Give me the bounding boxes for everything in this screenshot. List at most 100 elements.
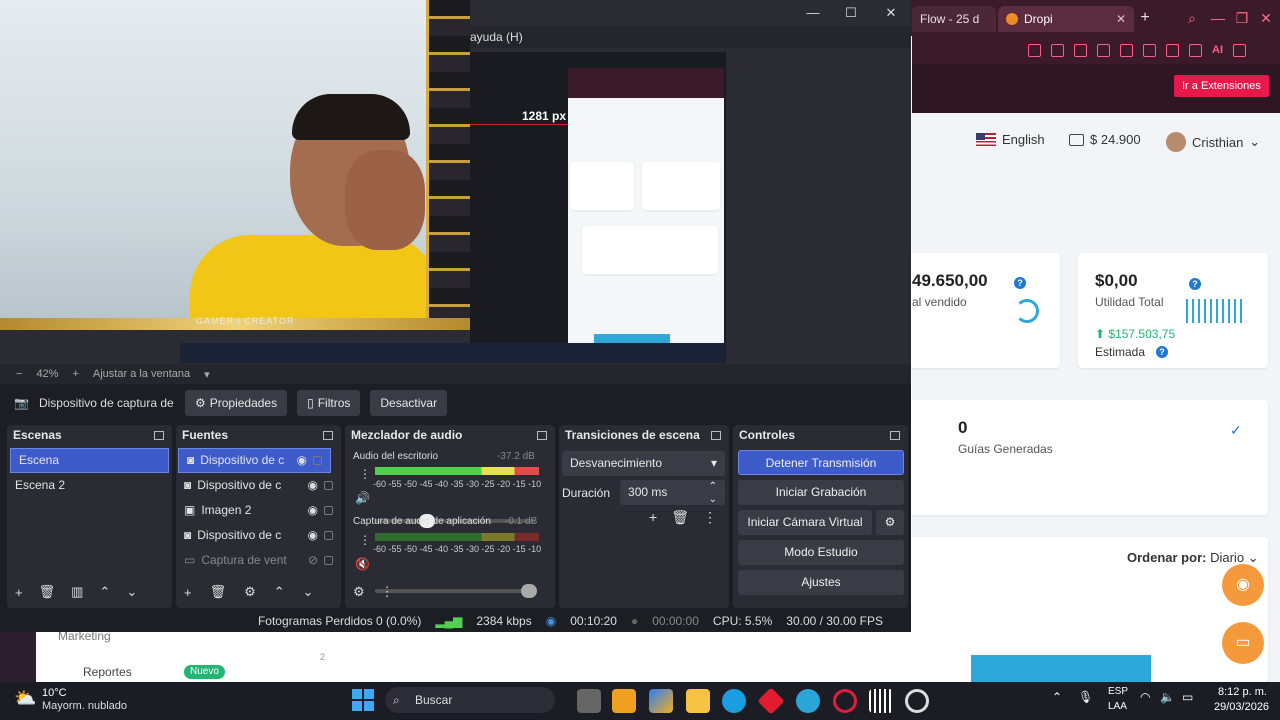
microphone-icon[interactable]: 🎙 [1078, 690, 1093, 704]
speaker-icon[interactable]: 🔊 [355, 491, 370, 505]
deactivate-button[interactable]: Desactivar [370, 390, 448, 416]
kebab-icon[interactable]: ⋮ [381, 584, 394, 600]
lock-icon[interactable] [313, 456, 322, 465]
store-icon[interactable] [612, 689, 636, 713]
edge-icon[interactable] [722, 689, 746, 713]
battery-icon[interactable]: ▭ [1182, 690, 1193, 704]
add-icon[interactable]: + [649, 509, 657, 526]
file-explorer-icon[interactable] [686, 689, 710, 713]
help-icon[interactable]: ? [1156, 346, 1168, 358]
add-icon[interactable]: + [184, 585, 192, 600]
pin-icon[interactable] [1028, 43, 1041, 57]
weather-temp[interactable]: 10°C [42, 687, 67, 699]
extensions-button[interactable]: Ir a Extensiones [1174, 75, 1269, 97]
copilot-icon[interactable] [649, 689, 673, 713]
undock-icon[interactable] [711, 430, 721, 440]
gear-icon[interactable]: ⚙ [353, 584, 365, 600]
play-icon[interactable] [1097, 43, 1110, 57]
search-tabs-icon[interactable]: ⌕ [1182, 8, 1202, 28]
eye-icon[interactable]: ◉ [308, 523, 318, 548]
help-icon[interactable]: ? [1189, 278, 1201, 290]
minimize-icon[interactable]: — [804, 4, 822, 22]
studio-mode-button[interactable]: Modo Estudio [738, 540, 904, 565]
speaker-muted-icon[interactable]: 🔇 [355, 557, 370, 571]
filter-icon[interactable]: ▥ [71, 584, 83, 600]
wallet-balance[interactable]: $ 24.900 [1069, 132, 1141, 147]
close-window-icon[interactable]: ✕ [882, 4, 900, 22]
chat-fab-icon[interactable]: ▭ [1222, 622, 1264, 664]
close-window-icon[interactable]: ✕ [1256, 8, 1276, 28]
opera-icon[interactable] [833, 689, 857, 713]
undock-icon[interactable] [890, 430, 900, 440]
clock-date[interactable]: 29/03/2026 [1214, 701, 1269, 713]
weather-icon[interactable]: ⛅ [14, 688, 36, 709]
filters-button[interactable]: ▯ Filtros [297, 390, 361, 416]
source-item[interactable]: ◙ Dispositivo de c ◉ [178, 448, 331, 473]
duration-spinbox[interactable]: 300 ms ⌃ ⌄ [620, 480, 725, 505]
task-view-icon[interactable] [577, 689, 601, 713]
lock-icon[interactable] [324, 556, 333, 565]
eye-icon[interactable]: ◉ [308, 498, 318, 523]
source-item[interactable]: ◙ Dispositivo de c ◉ [176, 523, 341, 548]
fit-window-label[interactable]: Ajustar a la ventana [93, 368, 190, 380]
gear-icon[interactable]: ⚙ [244, 584, 256, 600]
download-icon[interactable] [1166, 43, 1179, 57]
tab-dropi[interactable]: Dropi ✕ [998, 6, 1134, 32]
broadcast-fab-icon[interactable]: ◉ [1222, 564, 1264, 606]
chrome-icon[interactable] [796, 689, 820, 713]
eye-icon[interactable]: ◉ [297, 448, 307, 473]
chevron-down-icon[interactable]: ▾ [204, 368, 210, 381]
trash-icon[interactable]: 🗑 [210, 584, 227, 600]
shield-icon[interactable] [1074, 43, 1087, 57]
ai-extension-button[interactable]: AI [1212, 44, 1223, 56]
obs-icon[interactable] [905, 689, 929, 713]
menu-help[interactable]: ayuda (H) [470, 30, 523, 44]
zoom-out-icon[interactable]: − [16, 368, 22, 380]
kebab-icon[interactable]: ⋮ [359, 533, 371, 547]
lock-icon[interactable] [324, 531, 333, 540]
menu-icon[interactable] [1233, 43, 1246, 57]
stop-stream-button[interactable]: Detener Transmisión [738, 450, 904, 475]
wifi-icon[interactable]: ◠ [1140, 690, 1150, 704]
maximize-icon[interactable]: ❐ [1232, 8, 1252, 28]
source-item[interactable]: ◙ Dispositivo de c ◉ [176, 473, 341, 498]
close-tab-icon[interactable]: ✕ [1116, 12, 1126, 26]
undock-icon[interactable] [323, 430, 333, 440]
lock-icon[interactable] [324, 506, 333, 515]
chevron-down-icon[interactable]: ⌄ [126, 584, 137, 600]
trash-icon[interactable]: 🗑 [39, 584, 56, 600]
gear-icon[interactable]: ⚙ [876, 510, 904, 535]
user-menu[interactable]: Cristhian ⌄ [1166, 132, 1260, 152]
undock-icon[interactable] [154, 430, 164, 440]
start-recording-button[interactable]: Iniciar Grabación [738, 480, 904, 505]
screenshot-icon[interactable] [1051, 43, 1064, 57]
start-button[interactable] [352, 689, 374, 711]
chevron-up-icon[interactable]: ⌃ [274, 584, 285, 600]
lang-top[interactable]: ESP [1108, 686, 1128, 697]
clock-time[interactable]: 8:12 p. m. [1218, 686, 1267, 698]
add-icon[interactable]: + [15, 585, 23, 600]
heart-icon[interactable] [1120, 43, 1133, 57]
help-icon[interactable]: ? [1014, 277, 1026, 289]
source-item[interactable]: ▣ Imagen 2 ◉ [176, 498, 341, 523]
source-item[interactable]: ▭ Captura de vent ⊘ [176, 548, 341, 573]
scene-item[interactable]: Escena 2 [7, 473, 172, 498]
chevron-up-icon[interactable]: ⌃ [1052, 690, 1062, 704]
trash-icon[interactable]: 🗑 [671, 509, 689, 526]
eye-icon[interactable]: ◉ [308, 473, 318, 498]
audio-app-icon[interactable] [869, 689, 893, 713]
zoom-in-icon[interactable]: + [72, 368, 78, 380]
properties-button[interactable]: ⚙ Propiedades [184, 390, 288, 416]
weather-desc[interactable]: Mayorm. nublado [42, 700, 127, 712]
undock-icon[interactable] [537, 430, 547, 440]
lock-icon[interactable] [324, 481, 333, 490]
transition-select[interactable]: Desvanecimiento ▾ [562, 451, 725, 476]
kebab-icon[interactable]: ⋮ [359, 467, 371, 481]
maximize-icon[interactable]: ☐ [842, 4, 860, 22]
sidebar-item-reportes[interactable]: Reportes [83, 665, 132, 679]
volume-icon[interactable]: 🔈 [1160, 690, 1175, 704]
tab-flow[interactable]: Flow - 25 d [912, 6, 996, 32]
lang-bottom[interactable]: LAA [1108, 701, 1127, 712]
start-virtual-camera-button[interactable]: Iniciar Cámara Virtual [738, 510, 872, 535]
language-selector[interactable]: English [976, 132, 1045, 147]
